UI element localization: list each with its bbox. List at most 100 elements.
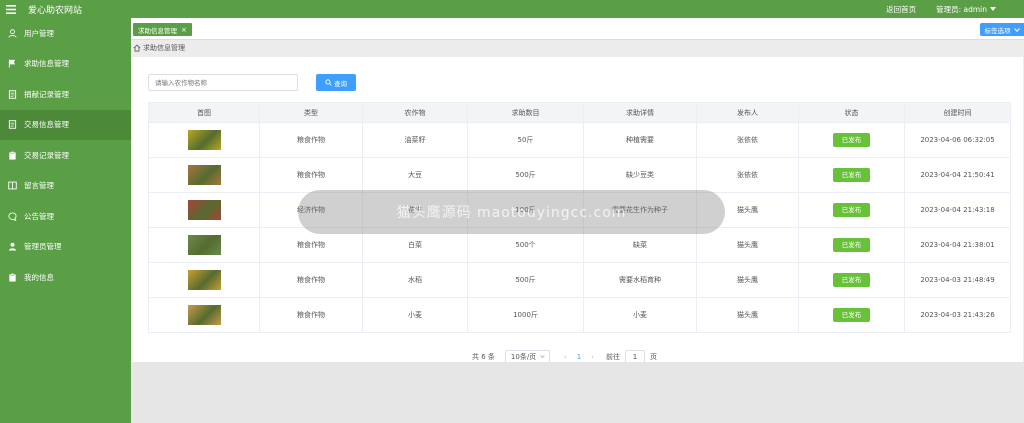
cell-publisher: 猫头鹰 — [696, 262, 799, 298]
cell-crop: 大豆 — [362, 157, 468, 193]
sidebar-item-admins[interactable]: 管理员管理 — [0, 232, 131, 263]
header-type: 类型 — [259, 102, 363, 123]
page-number[interactable]: 1 — [577, 353, 581, 361]
crop-thumbnail[interactable] — [187, 270, 221, 290]
status-badge[interactable]: 已发布 — [833, 238, 870, 252]
crop-thumbnail[interactable] — [187, 130, 221, 150]
goto-label: 前往 — [606, 352, 620, 361]
site-title: 爱心助农网站 — [28, 5, 83, 16]
crop-thumbnail[interactable] — [187, 165, 221, 185]
cell-detail: 种植需要 — [583, 122, 697, 158]
header-crop: 农作物 — [362, 102, 468, 123]
breadcrumb-item[interactable]: 求助信息管理 — [143, 43, 185, 53]
status-badge[interactable]: 已发布 — [833, 273, 870, 287]
sidebar-item-label: 交易记录管理 — [24, 150, 69, 160]
table-header-row: 首图 类型 农作物 求助数目 求助详情 发布人 状态 创建时间 — [148, 102, 1011, 123]
tab-options-button[interactable]: 标签选项 — [980, 23, 1024, 36]
document-icon — [8, 120, 17, 129]
prev-page-icon[interactable]: ‹ — [564, 353, 567, 361]
cell-amount: 500斤 — [467, 262, 584, 298]
sidebar-item-label: 交易信息管理 — [24, 120, 69, 130]
user-icon — [8, 29, 17, 38]
crop-thumbnail[interactable] — [187, 200, 221, 220]
chevron-down-icon — [540, 355, 545, 358]
watermark-banner: 猫头鹰源码 maotouyingcc.com — [298, 190, 725, 234]
chevron-down-icon — [1013, 27, 1020, 32]
status-badge[interactable]: 已发布 — [833, 168, 870, 182]
sidebar-item-help-info[interactable]: 求助信息管理 — [0, 49, 131, 80]
status-badge[interactable]: 已发布 — [833, 308, 870, 322]
chat-icon — [8, 212, 17, 221]
crop-thumbnail[interactable] — [187, 305, 221, 325]
cell-crop: 水稻 — [362, 262, 468, 298]
header-created: 创建时间 — [904, 102, 1011, 123]
cell-amount: 50斤 — [467, 122, 584, 158]
sidebar-item-label: 公告管理 — [24, 211, 54, 221]
search-button-label: 查询 — [334, 79, 347, 88]
user-icon — [8, 242, 17, 251]
page-unit-label: 页 — [650, 352, 657, 361]
sidebar-item-donation-records[interactable]: 捐献记录管理 — [0, 79, 131, 110]
pagination-total: 共 6 条 — [472, 352, 495, 361]
sidebar-item-messages[interactable]: 留言管理 — [0, 171, 131, 202]
table-row[interactable]: 粮食作物 油菜籽 50斤 种植需要 张依依 已发布 2023-04-06 06:… — [148, 122, 1011, 158]
table-row[interactable]: 粮食作物 小麦 1000斤 小麦 猫头鹰 已发布 2023-04-03 21:4… — [148, 297, 1011, 333]
tab-help-info[interactable]: 求助信息管理 × — [133, 23, 192, 36]
next-page-icon[interactable]: › — [591, 353, 594, 361]
lower-band — [131, 362, 1024, 423]
admin-label: 管理员: admin — [936, 4, 987, 14]
sidebar-item-announcements[interactable]: 公告管理 — [0, 201, 131, 232]
home-icon — [133, 44, 141, 52]
close-icon[interactable]: × — [181, 26, 187, 34]
cell-created: 2023-04-04 21:43:18 — [904, 192, 1011, 228]
sidebar-item-label: 求助信息管理 — [24, 59, 69, 69]
menu-toggle-icon[interactable] — [0, 4, 22, 14]
cell-type: 粮食作物 — [259, 297, 363, 333]
sidebar-item-label: 捐献记录管理 — [24, 89, 69, 99]
search-input[interactable] — [148, 74, 298, 91]
tab-label: 求助信息管理 — [138, 26, 177, 35]
caret-down-icon — [990, 7, 996, 11]
cell-crop: 小麦 — [362, 297, 468, 333]
cell-crop: 油菜籽 — [362, 122, 468, 158]
sidebar-item-users[interactable]: 用户管理 — [0, 18, 131, 49]
top-bar: 爱心助农网站 返回首页 管理员: admin — [0, 0, 1024, 18]
cell-created: 2023-04-03 21:43:26 — [904, 297, 1011, 333]
clipboard-icon — [9, 150, 16, 160]
cell-created: 2023-04-06 06:32:05 — [904, 122, 1011, 158]
table-row[interactable]: 粮食作物 水稻 500斤 需要水稻育种 猫头鹰 已发布 2023-04-03 2… — [148, 262, 1011, 298]
table-row[interactable]: 粮食作物 大豆 500斤 缺少豆类 张依依 已发布 2023-04-04 21:… — [148, 157, 1011, 193]
sidebar-item-my-info[interactable]: 我的信息 — [0, 262, 131, 293]
cell-amount: 500斤 — [467, 157, 584, 193]
sidebar: 用户管理 求助信息管理 捐献记录管理 交易信息管理 交易记录管理 留言管理 公告… — [0, 18, 131, 423]
header-image: 首图 — [148, 102, 260, 123]
cell-created: 2023-04-04 21:50:41 — [904, 157, 1011, 193]
back-home-link[interactable]: 返回首页 — [886, 4, 916, 15]
sidebar-item-trade-records[interactable]: 交易记录管理 — [0, 140, 131, 171]
cell-type: 粮食作物 — [259, 262, 363, 298]
cell-detail: 需要水稻育种 — [583, 262, 697, 298]
clipboard-icon — [9, 272, 16, 282]
header-detail: 求助详情 — [583, 102, 697, 123]
crop-thumbnail[interactable] — [187, 235, 221, 255]
sidebar-item-trade-info[interactable]: 交易信息管理 — [0, 109, 131, 140]
status-badge[interactable]: 已发布 — [833, 203, 870, 217]
status-badge[interactable]: 已发布 — [833, 133, 870, 147]
tab-options-label: 标签选项 — [984, 26, 1011, 35]
sidebar-item-label: 用户管理 — [24, 28, 54, 38]
breadcrumb: 求助信息管理 — [133, 43, 185, 53]
search-button[interactable]: 查询 — [316, 74, 356, 91]
cell-detail: 缺少豆类 — [583, 157, 697, 193]
header-publisher: 发布人 — [696, 102, 799, 123]
book-icon — [8, 181, 17, 190]
cell-created: 2023-04-03 21:48:49 — [904, 262, 1011, 298]
cell-publisher: 猫头鹰 — [696, 227, 799, 263]
cell-amount: 1000斤 — [467, 297, 584, 333]
cell-type: 粮食作物 — [259, 122, 363, 158]
search-icon — [325, 79, 332, 86]
admin-dropdown[interactable]: 管理员: admin — [936, 4, 996, 15]
header-amount: 求助数目 — [467, 102, 584, 123]
page-size-value: 10条/页 — [510, 352, 537, 361]
tab-bar: 求助信息管理 × 标签选项 — [131, 18, 1024, 40]
document-icon — [8, 90, 17, 99]
